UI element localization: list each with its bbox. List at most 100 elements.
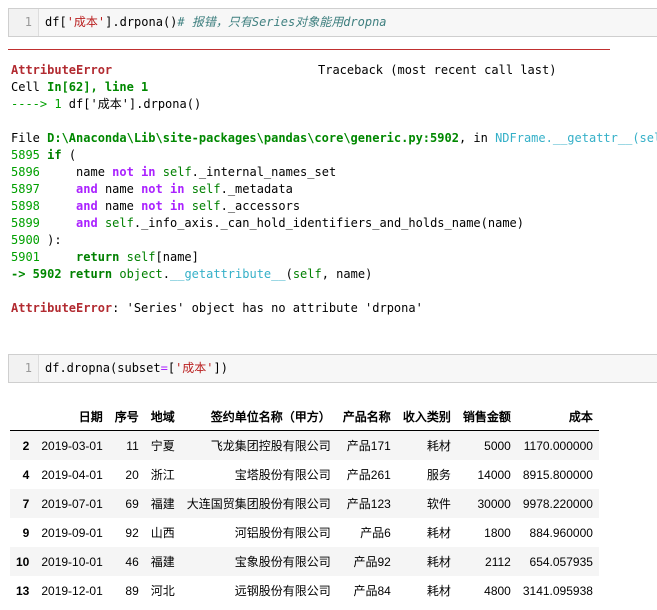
column-header: 收入类别 bbox=[396, 402, 457, 431]
code-cell-1[interactable]: 1 df['成本'].drpona()# 报错，只有Series对象能用drop… bbox=[8, 8, 657, 37]
column-header: 序号 bbox=[108, 402, 145, 431]
traceback-header: Traceback (most recent call last) bbox=[318, 63, 557, 77]
column-header: 签约单位名称（甲方） bbox=[180, 402, 337, 431]
cell-ref: In[62], line 1 bbox=[47, 80, 149, 94]
code-text: ].drpona() bbox=[105, 15, 178, 29]
table-cell: 3141.095938 bbox=[522, 583, 593, 598]
source-code: and name not in self._accessors bbox=[76, 199, 301, 213]
table-cell: 宝塔股份有限公司 bbox=[234, 468, 331, 482]
table-cell: 654.057935 bbox=[529, 554, 593, 569]
table-cell: 飞龙集团控股有限公司 bbox=[210, 439, 331, 453]
source-line-number: 5895 bbox=[11, 148, 40, 162]
current-arrow: -> 5902 bbox=[11, 267, 62, 281]
cell-label: Cell bbox=[11, 80, 48, 94]
table-cell: 产品261 bbox=[346, 468, 391, 482]
column-header: 地域 bbox=[144, 402, 181, 431]
table-cell: 远钢股份有限公司 bbox=[234, 584, 331, 598]
table-cell: 20 bbox=[125, 467, 139, 482]
table-cell: 2019-07-01 bbox=[41, 496, 103, 511]
code-text: df[ bbox=[45, 15, 67, 29]
table-cell: 8915.800000 bbox=[522, 467, 593, 482]
source-line-number: 5898 bbox=[11, 199, 40, 213]
arrow-marker: ----> 1 bbox=[11, 97, 62, 111]
table-cell: 4800 bbox=[484, 583, 511, 598]
file-label: File bbox=[11, 131, 48, 145]
code-cell-2[interactable]: 1 df.dropna(subset=['成本']) bbox=[8, 354, 657, 383]
table-cell: 福建 bbox=[150, 555, 175, 569]
column-header: 成本 bbox=[516, 402, 599, 431]
source-line: 5898 and name not in self._accessors bbox=[11, 198, 657, 215]
source-code: return self[name] bbox=[76, 250, 199, 264]
table-cell: 服务 bbox=[426, 468, 451, 482]
line-number: 1 bbox=[9, 9, 39, 36]
table-cell: 5000 bbox=[484, 438, 511, 453]
table-cell: 2019-09-01 bbox=[41, 525, 103, 540]
table-cell: 产品123 bbox=[346, 497, 391, 511]
table-cell: 宁夏 bbox=[150, 439, 175, 453]
code-string: '成本' bbox=[175, 361, 214, 375]
source-line: 5899 and self._info_axis._can_hold_ident… bbox=[11, 215, 657, 232]
arrow-line: ----> 1 df['成本'].drpona() bbox=[11, 96, 657, 113]
source-code: if ( bbox=[47, 148, 77, 162]
cell-ref-line: Cell In[62], line 1 bbox=[11, 79, 657, 96]
table-cell: 福建 bbox=[150, 497, 175, 511]
current-line: -> 5902 return object.__getattribute__(s… bbox=[11, 266, 657, 283]
code-text: df.dropna(subset bbox=[45, 361, 161, 375]
source-line-number: 5897 bbox=[11, 182, 40, 196]
source-line: 5896 name not in self._internal_names_se… bbox=[11, 164, 657, 181]
source-line-number: 5901 bbox=[11, 250, 40, 264]
code-text: [ bbox=[167, 361, 176, 375]
final-error-line: AttributeError: 'Series' object has no a… bbox=[11, 300, 657, 317]
source-line: 5900 ): bbox=[11, 232, 657, 249]
table-row: 9 2019-09-01 92 山西 河铝股份有限公司 产品6 耗材 1800 884.9600… bbox=[10, 518, 599, 547]
table-cell: 2019-10-01 bbox=[41, 554, 103, 569]
table-cell: 产品171 bbox=[346, 439, 391, 453]
table-cell: 耗材 bbox=[426, 526, 451, 540]
table-cell: 2019-03-01 bbox=[41, 438, 103, 453]
table-cell: 软件 bbox=[426, 497, 451, 511]
line-number: 1 bbox=[9, 355, 39, 382]
table-cell: 耗材 bbox=[426, 439, 451, 453]
source-line-number: 5899 bbox=[11, 216, 40, 230]
row-index: 4 bbox=[22, 467, 30, 482]
file-line: File D:\Anaconda\Lib\site-packages\panda… bbox=[11, 130, 657, 147]
table-row: 4 2019-04-01 20 浙江 宝塔股份有限公司 产品261 服务 14000 8915.… bbox=[10, 460, 599, 489]
column-header: 日期 bbox=[35, 402, 109, 431]
final-error-name: AttributeError bbox=[11, 301, 113, 315]
column-header: 销售金额 bbox=[456, 402, 517, 431]
file-path: D:\Anaconda\Lib\site-packages\pandas\cor… bbox=[47, 131, 459, 145]
table-row: 2 2019-03-01 11 宁夏 飞龙集团控股有限公司 产品171 耗材 5000 1170… bbox=[10, 430, 599, 460]
table-cell: 河北 bbox=[150, 584, 175, 598]
table-cell: 1170.000000 bbox=[523, 438, 593, 453]
row-index: 7 bbox=[22, 496, 30, 511]
table-cell: 宝象股份有限公司 bbox=[234, 555, 331, 569]
table-cell: 884.960000 bbox=[529, 525, 593, 540]
table-cell: 69 bbox=[125, 496, 139, 511]
table-cell: 14000 bbox=[477, 467, 511, 482]
table-cell: 2019-12-01 bbox=[41, 583, 103, 598]
table-cell: 产品6 bbox=[360, 526, 391, 540]
dataframe-table: 日期 序号 地域 签约单位名称（甲方） 产品名称 收入类别 销售金额 成本 22… bbox=[10, 402, 599, 605]
column-header: 产品名称 bbox=[336, 402, 397, 431]
source-line: 5901 return self[name] bbox=[11, 249, 657, 266]
row-index: 9 bbox=[22, 525, 30, 540]
source-line-number: 5900 bbox=[11, 233, 40, 247]
final-error-message: : 'Series' object has no attribute 'drpo… bbox=[112, 301, 423, 315]
table-row: 7 2019-07-01 69 福建 大连国贸集团股份有限公司 产品123 软件 30000 9… bbox=[10, 489, 599, 518]
source-code: ): bbox=[39, 233, 62, 247]
table-cell: 9978.220000 bbox=[522, 496, 593, 511]
source-code: and self._info_axis._can_hold_identifier… bbox=[76, 216, 524, 230]
row-index: 2 bbox=[22, 438, 30, 453]
file-in: , in bbox=[458, 131, 496, 145]
source-line: 5897 and name not in self._metadata bbox=[11, 181, 657, 198]
error-separator bbox=[8, 49, 610, 50]
table-cell: 河铝股份有限公司 bbox=[234, 526, 331, 540]
table-cell: 产品92 bbox=[353, 555, 391, 569]
code-line[interactable]: df.dropna(subset=['成本']) bbox=[45, 355, 228, 382]
source-line-number: 5896 bbox=[11, 165, 40, 179]
table-cell: 11 bbox=[126, 438, 139, 453]
code-line[interactable]: df['成本'].drpona()# 报错，只有Series对象能用dropna bbox=[45, 9, 387, 36]
row-index: 13 bbox=[16, 583, 30, 598]
code-text: ]) bbox=[213, 361, 228, 375]
source-code: and name not in self._metadata bbox=[76, 182, 293, 196]
